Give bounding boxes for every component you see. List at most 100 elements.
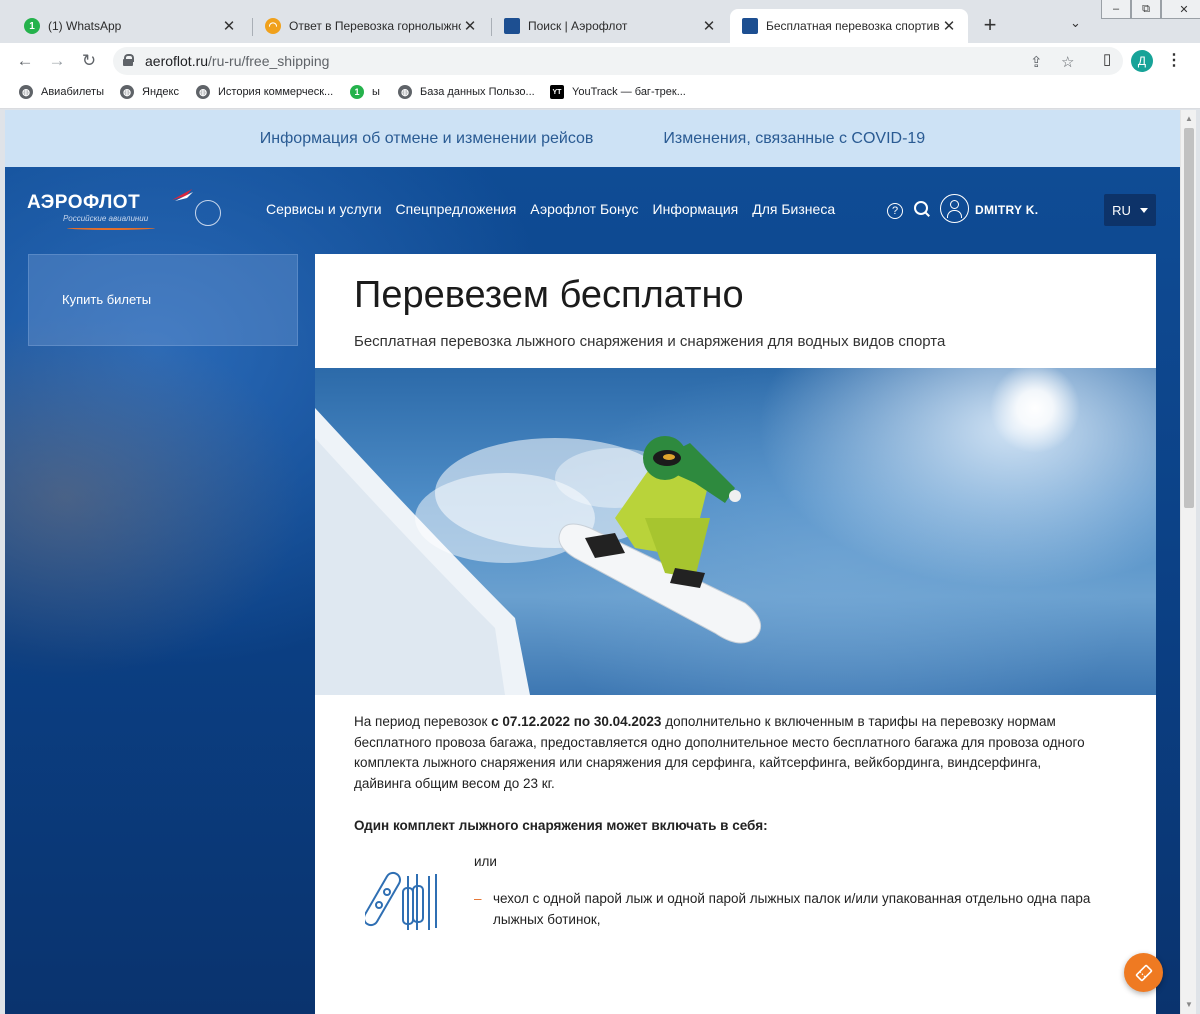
menu-icon[interactable]: ⋮ <box>1166 50 1182 70</box>
bookmark-yandex[interactable]: ◍ Яндекс <box>120 85 179 99</box>
bookmark-label: Яндекс <box>142 86 179 98</box>
bullet-text: чехол с одной парой лыж и одной парой лы… <box>493 891 1091 927</box>
url-path: /ru-ru/free_shipping <box>208 53 330 69</box>
url-text[interactable]: aeroflot.ru/ru-ru/free_shipping <box>145 53 329 69</box>
username-link[interactable]: DMITRY K. <box>975 203 1038 217</box>
globe-icon: ◍ <box>19 85 33 99</box>
window-close-icon[interactable]: ✕ <box>1161 0 1200 19</box>
covid-changes-link[interactable]: Изменения, связанные с COVID-19 <box>663 130 925 148</box>
bookmarks-bar: ◍ Авиабилеты ◍ Яндекс ◍ История коммерческ.… <box>0 79 1200 109</box>
aeroflot-icon <box>504 18 520 34</box>
tab-aeroflot-search[interactable]: Поиск | Аэрофлот ✕ <box>492 9 728 43</box>
user-icon[interactable] <box>940 194 969 223</box>
help-icon[interactable]: ? <box>887 203 903 219</box>
nav-information[interactable]: Информация <box>653 201 739 217</box>
chevron-down-icon <box>1139 207 1148 213</box>
tab-label: Поиск | Аэрофлот <box>528 19 628 33</box>
window-controls: – ⧉ ✕ <box>1101 0 1200 19</box>
nav-services[interactable]: Сервисы и услуги <box>266 201 382 217</box>
logo-wordmark: АЭРОФЛОТ <box>27 192 141 213</box>
minimize-icon[interactable]: – <box>1101 0 1131 19</box>
tab-label: Бесплатная перевозка спортивног <box>766 19 940 33</box>
scroll-down-icon[interactable]: ▼ <box>1185 1000 1193 1009</box>
close-icon[interactable]: ✕ <box>461 17 479 35</box>
snowboarder-illustration <box>315 408 762 695</box>
nav-aeroflot-bonus[interactable]: Аэрофлот Бонус <box>530 201 638 217</box>
bookmark-label: ы <box>372 86 380 98</box>
or-text: или <box>474 854 497 869</box>
alert-bar: Информация об отмене и изменении рейсов … <box>5 110 1180 167</box>
bookmark-whatsapp[interactable]: 1ы <box>350 85 380 99</box>
ski-equipment-icon <box>365 871 437 930</box>
url-host: aeroflot.ru <box>145 53 209 69</box>
tab-support-reply[interactable]: ◠ Ответ в Перевозка горнолыжного ✕ <box>253 9 489 43</box>
aeroflot-icon <box>742 18 758 34</box>
kit-heading: Один комплект лыжного снаряжения может в… <box>354 818 768 833</box>
forward-icon[interactable]: → <box>46 50 68 72</box>
bookmark-label: YouTrack — баг-трек... <box>572 86 686 98</box>
reload-icon[interactable]: ↻ <box>78 50 100 72</box>
list-item: – чехол с одной парой лыж и одной парой … <box>474 889 1124 930</box>
tab-label: (1) WhatsApp <box>48 19 122 33</box>
bookmark-history[interactable]: ◍ История коммерческ... <box>196 85 333 99</box>
intro-paragraph: На период перевозок с 07.12.2022 по 30.0… <box>354 712 1094 794</box>
address-bar[interactable]: aeroflot.ru/ru-ru/free_shipping ⇪ ☆ <box>113 47 1123 75</box>
site-header: АЭРОФЛОТ Российские авиалинии Сервисы и … <box>5 167 1180 255</box>
buy-tickets-label: Купить билеты <box>62 292 152 307</box>
page-scrollbar[interactable]: ▲ ▼ <box>1180 110 1196 1014</box>
close-icon[interactable]: ✕ <box>220 17 238 35</box>
globe-icon: ◍ <box>398 85 412 99</box>
tab-free-shipping[interactable]: Бесплатная перевозка спортивног ✕ <box>730 9 968 43</box>
snowboarder-hero-image <box>315 368 1156 695</box>
youtrack-icon: YT <box>550 85 564 99</box>
bookmark-users-db[interactable]: ◍ База данных Пользо... <box>398 85 535 99</box>
aeroflot-logo[interactable]: АЭРОФЛОТ Российские авиалинии <box>27 188 222 236</box>
close-icon[interactable]: ✕ <box>700 17 718 35</box>
browser-tab-bar: 1 (1) WhatsApp ✕ ◠ Ответ в Перевозка гор… <box>0 0 1200 43</box>
bookmark-star-icon[interactable]: ☆ <box>1061 53 1074 71</box>
bookmark-aviabilety[interactable]: ◍ Авиабилеты <box>19 85 104 99</box>
whatsapp-icon: 1 <box>24 18 40 34</box>
ticket-icon <box>1135 964 1152 981</box>
whatsapp-icon: 1 <box>350 85 364 99</box>
ticket-fab-button[interactable] <box>1124 953 1163 992</box>
main-nav: Сервисы и услуги Спецпредложения Аэрофло… <box>266 201 835 217</box>
side-panel-icon[interactable]: ▯ <box>1103 50 1111 68</box>
nav-special-offers[interactable]: Спецпредложения <box>396 201 517 217</box>
sidebar-buy-tickets[interactable]: Купить билеты <box>28 254 298 346</box>
skyteam-icon <box>195 200 221 226</box>
winged-hammer-icon <box>172 189 193 201</box>
globe-icon: ◍ <box>196 85 210 99</box>
language-value: RU <box>1112 202 1131 218</box>
article-card: Перевезем бесплатно Бесплатная перевозка… <box>315 254 1156 1014</box>
language-select[interactable]: RU <box>1104 194 1156 226</box>
notification-icon: ◠ <box>265 18 281 34</box>
nav-business[interactable]: Для Бизнеса <box>752 201 835 217</box>
share-icon[interactable]: ⇪ <box>1030 53 1043 71</box>
flight-changes-link[interactable]: Информация об отмене и изменении рейсов <box>260 130 594 148</box>
browser-toolbar: ← → ↻ aeroflot.ru/ru-ru/free_shipping ⇪ … <box>0 43 1200 79</box>
close-icon[interactable]: ✕ <box>940 17 958 35</box>
tab-search-icon[interactable]: ⌄ <box>1070 15 1081 31</box>
maximize-icon[interactable]: ⧉ <box>1131 0 1161 19</box>
page-subtitle: Бесплатная перевозка лыжного снаряжения … <box>354 333 946 350</box>
new-tab-button[interactable]: + <box>978 13 1002 37</box>
profile-avatar[interactable]: Д <box>1131 50 1153 72</box>
back-icon[interactable]: ← <box>14 50 36 72</box>
globe-icon: ◍ <box>120 85 134 99</box>
search-icon[interactable] <box>914 201 930 217</box>
bookmark-label: История коммерческ... <box>218 86 334 98</box>
tab-whatsapp[interactable]: 1 (1) WhatsApp ✕ <box>12 9 248 43</box>
page-title: Перевезем бесплатно <box>354 274 744 316</box>
bookmark-label: База данных Пользо... <box>420 86 535 98</box>
bookmark-youtrack[interactable]: YT YouTrack — баг-трек... <box>550 85 686 99</box>
window-border <box>1196 110 1200 1014</box>
logo-subtitle: Российские авиалинии <box>63 214 149 223</box>
intro-text-part: На период перевозок <box>354 714 492 729</box>
lock-icon[interactable] <box>123 54 134 66</box>
scroll-up-icon[interactable]: ▲ <box>1185 114 1193 123</box>
bullet-dash: – <box>474 891 482 906</box>
logo-swoosh <box>67 226 155 230</box>
tab-label: Ответ в Перевозка горнолыжного <box>289 19 461 33</box>
scrollbar-thumb[interactable] <box>1184 128 1194 508</box>
